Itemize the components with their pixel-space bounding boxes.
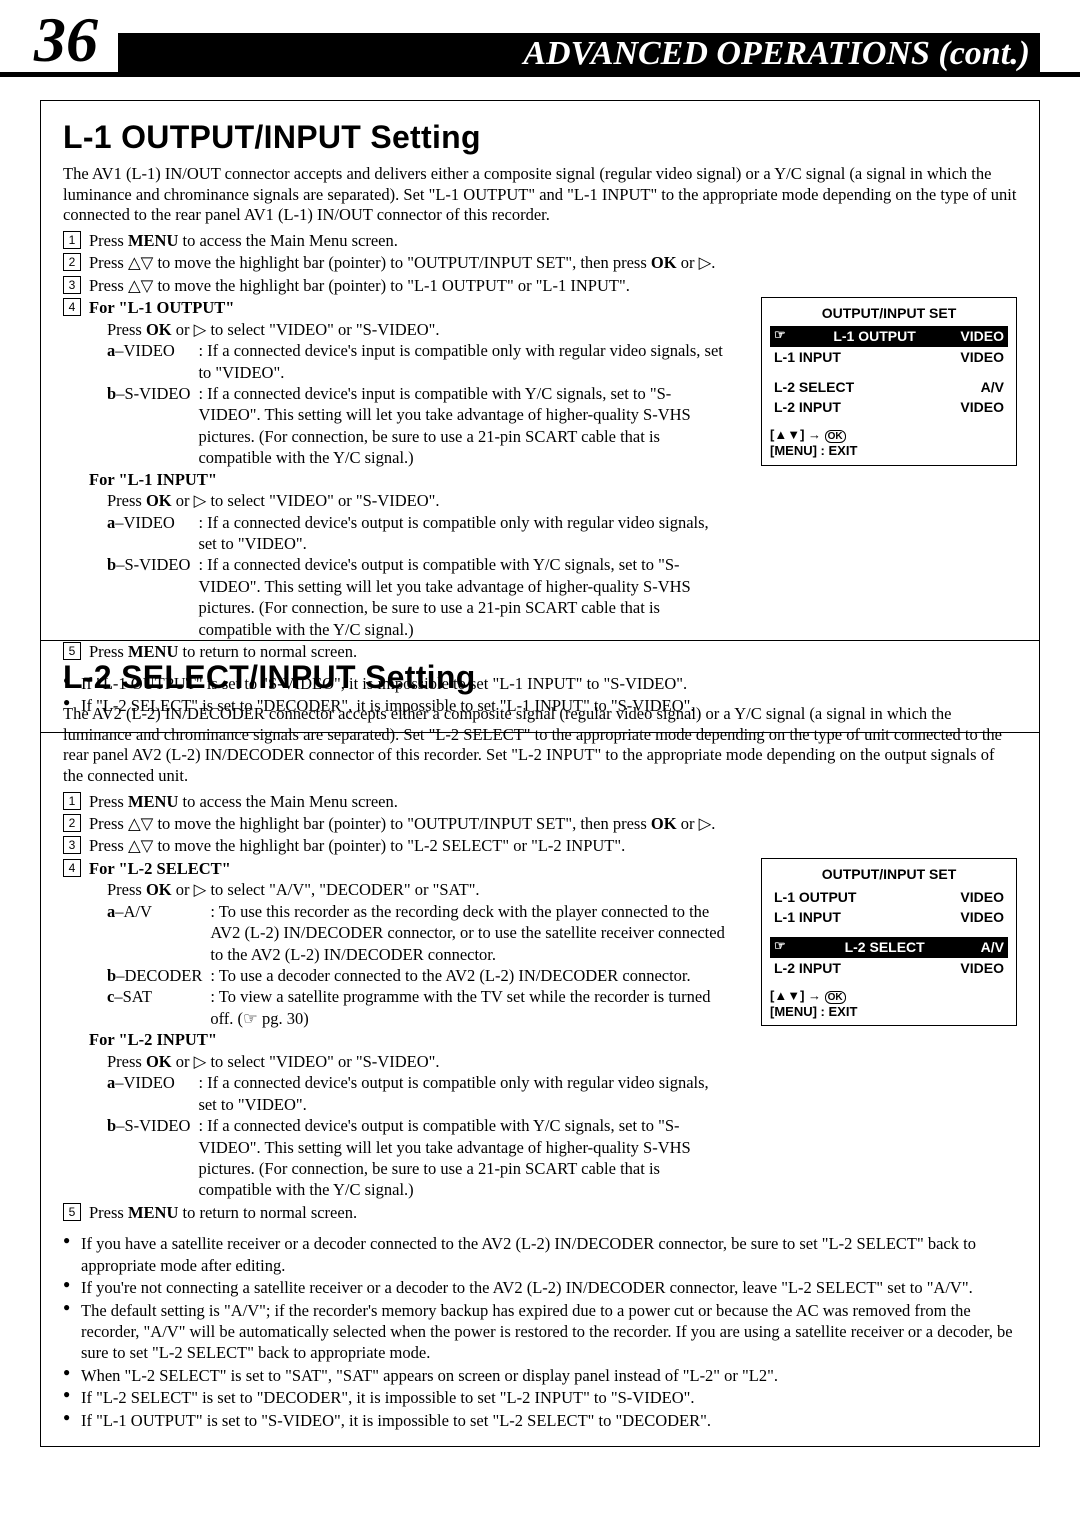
step-4: 4 For "L-2 SELECT" Press OK or ▷ to sele…	[63, 858, 1017, 1201]
osd-footer: [▲▼] → OK [MENU] : EXIT	[770, 988, 1008, 1020]
section-l2-title: L-2 SELECT/INPUT Setting	[63, 659, 1017, 696]
osd-footer: [▲▼] → OK [MENU] : EXIT	[770, 427, 1008, 459]
osd-panel-l2: OUTPUT/INPUT SET L-1 OUTPUT VIDEO L-1 IN…	[761, 858, 1017, 1027]
l2-input-a: If a connected device's output is compat…	[196, 1072, 731, 1115]
page-header: 36 ADVANCED OPERATIONS (cont.)	[0, 0, 1080, 77]
section-l1: L-1 OUTPUT/INPUT Setting The AV1 (L-1) I…	[40, 100, 1040, 733]
step-4: 4 For "L-1 OUTPUT" Press OK or ▷ to sele…	[63, 297, 1017, 640]
osd-value: VIDEO	[960, 888, 1004, 906]
l2-input-heading: For "L-2 INPUT"	[89, 1030, 217, 1049]
osd-row-l2-input: L-2 INPUT VIDEO	[770, 958, 1008, 978]
osd-value: VIDEO	[960, 327, 1004, 345]
osd-row-l2-select: L-2 SELECT A/V	[770, 937, 1008, 957]
l1-output-b: If a connected device's input is compati…	[196, 383, 731, 469]
osd-label: L-1 OUTPUT	[833, 327, 915, 345]
osd-row-l1-output: L-1 OUTPUT VIDEO	[770, 887, 1008, 907]
section-l2: L-2 SELECT/INPUT Setting The AV2 (L-2) I…	[40, 640, 1040, 1447]
osd-title: OUTPUT/INPUT SET	[770, 304, 1008, 322]
note: If "L-1 OUTPUT" is set to "S-VIDEO", it …	[63, 1410, 1017, 1431]
osd-label: L-2 INPUT	[774, 959, 841, 977]
osd-row-l1-input: L-1 INPUT VIDEO	[770, 347, 1008, 367]
note: If you have a satellite receiver or a de…	[63, 1233, 1017, 1276]
osd-row-l1-output: L-1 OUTPUT VIDEO	[770, 326, 1008, 346]
section-l1-title: L-1 OUTPUT/INPUT Setting	[63, 119, 1017, 156]
osd-panel-l1: OUTPUT/INPUT SET L-1 OUTPUT VIDEO L-1 IN…	[761, 297, 1017, 466]
l1-output-heading: For "L-1 OUTPUT"	[89, 298, 234, 317]
osd-value: VIDEO	[960, 348, 1004, 366]
osd-value: A/V	[981, 378, 1004, 396]
osd-value: A/V	[981, 938, 1004, 956]
osd-footer-exit: [MENU] : EXIT	[770, 1004, 857, 1019]
section-l1-steps: 1 Press MENU to access the Main Menu scr…	[63, 230, 1017, 663]
note: If "L-2 SELECT" is set to "DECODER", it …	[63, 1387, 1017, 1408]
section-l2-steps: 1 Press MENU to access the Main Menu scr…	[63, 791, 1017, 1224]
osd-row-l2-input: L-2 INPUT VIDEO	[770, 397, 1008, 417]
note: The default setting is "A/V"; if the rec…	[63, 1300, 1017, 1364]
osd-label: L-2 SELECT	[774, 378, 854, 396]
osd-value: VIDEO	[960, 959, 1004, 977]
page-number: 36	[34, 8, 98, 72]
l1-input-a: If a connected device's output is compat…	[196, 512, 731, 555]
l2-select-c: To view a satellite programme with the T…	[208, 986, 731, 1029]
osd-footer-exit: [MENU] : EXIT	[770, 443, 857, 458]
section-l2-intro: The AV2 (L-2) IN/DECODER connector accep…	[63, 704, 1017, 787]
l2-select-a: To use this recorder as the recording de…	[208, 901, 731, 965]
step-1: 1 Press MENU to access the Main Menu scr…	[63, 791, 1017, 812]
step-2: 2 Press △▽ to move the highlight bar (po…	[63, 252, 1017, 273]
l1-input-b: If a connected device's output is compat…	[196, 554, 731, 640]
l2-select-b: To use a decoder connected to the AV2 (L…	[208, 965, 731, 986]
l1-output-a: If a connected device's input is compati…	[196, 340, 731, 383]
section-l2-notes: If you have a satellite receiver or a de…	[63, 1233, 1017, 1431]
osd-value: VIDEO	[960, 398, 1004, 416]
step-3: 3 Press △▽ to move the highlight bar (po…	[63, 275, 1017, 296]
l2-select-heading: For "L-2 SELECT"	[89, 859, 231, 878]
step-3: 3 Press △▽ to move the highlight bar (po…	[63, 835, 1017, 856]
osd-row-l2-select: L-2 SELECT A/V	[770, 377, 1008, 397]
osd-label: L-2 SELECT	[845, 938, 925, 956]
step-5: 5 Press MENU to return to normal screen.	[63, 1202, 1017, 1223]
osd-row-l1-input: L-1 INPUT VIDEO	[770, 907, 1008, 927]
note: If you're not connecting a satellite rec…	[63, 1277, 1017, 1298]
osd-value: VIDEO	[960, 908, 1004, 926]
l2-input-b: If a connected device's output is compat…	[196, 1115, 731, 1201]
osd-title: OUTPUT/INPUT SET	[770, 865, 1008, 883]
osd-label: L-1 INPUT	[774, 908, 841, 926]
step-1: 1 Press MENU to access the Main Menu scr…	[63, 230, 1017, 251]
step-2: 2 Press △▽ to move the highlight bar (po…	[63, 813, 1017, 834]
note: When "L-2 SELECT" is set to "SAT", "SAT"…	[63, 1365, 1017, 1386]
section-l1-intro: The AV1 (L-1) IN/OUT connector accepts a…	[63, 164, 1017, 226]
osd-label: L-1 OUTPUT	[774, 888, 856, 906]
osd-label: L-2 INPUT	[774, 398, 841, 416]
osd-label: L-1 INPUT	[774, 348, 841, 366]
page-title: ADVANCED OPERATIONS (cont.)	[118, 33, 1040, 77]
l1-input-heading: For "L-1 INPUT"	[89, 470, 217, 489]
